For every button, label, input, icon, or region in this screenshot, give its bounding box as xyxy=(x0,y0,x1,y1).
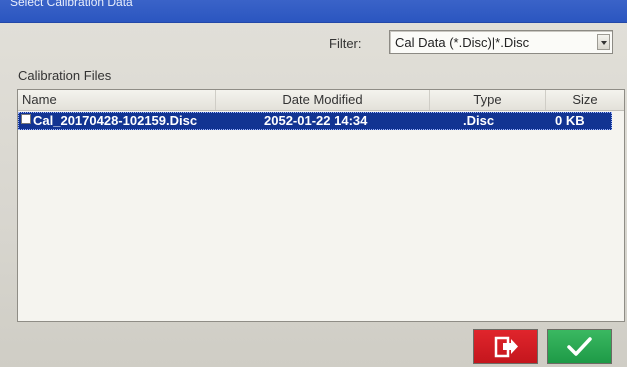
calibration-files-label: Calibration Files xyxy=(18,68,112,83)
file-date-modified: 2052-01-22 14:34 xyxy=(264,113,368,128)
filter-value: Cal Data (*.Disc)|*.Disc xyxy=(395,35,530,50)
column-header-name[interactable]: Name xyxy=(18,90,216,110)
title-bar: Select Calibration Data xyxy=(0,0,627,23)
row-checkbox[interactable] xyxy=(21,114,31,124)
chevron-down-icon[interactable] xyxy=(597,34,610,50)
column-header-size[interactable]: Size xyxy=(546,90,624,110)
file-size: 0 KB xyxy=(555,113,585,128)
list-header: Name Date Modified Type Size xyxy=(18,90,624,111)
exit-button[interactable] xyxy=(473,329,538,364)
file-type: .Disc xyxy=(463,113,495,128)
file-row[interactable]: Cal_20170428-102159.Disc 2052-01-22 14:3… xyxy=(18,112,612,130)
filter-dropdown[interactable]: Cal Data (*.Disc)|*.Disc xyxy=(389,30,613,54)
exit-icon xyxy=(494,336,518,358)
window-title: Select Calibration Data xyxy=(10,0,133,9)
file-name: Cal_20170428-102159.Disc xyxy=(33,113,198,128)
column-header-type[interactable]: Type xyxy=(430,90,546,110)
column-header-date-modified[interactable]: Date Modified xyxy=(216,90,430,110)
calibration-file-list[interactable]: Name Date Modified Type Size Cal_2017042… xyxy=(17,89,625,322)
select-calibration-dialog: Select Calibration Data Filter: Cal Data… xyxy=(0,0,627,367)
filter-label: Filter: xyxy=(329,36,362,51)
checkmark-icon xyxy=(567,337,592,356)
ok-button[interactable] xyxy=(547,329,612,364)
